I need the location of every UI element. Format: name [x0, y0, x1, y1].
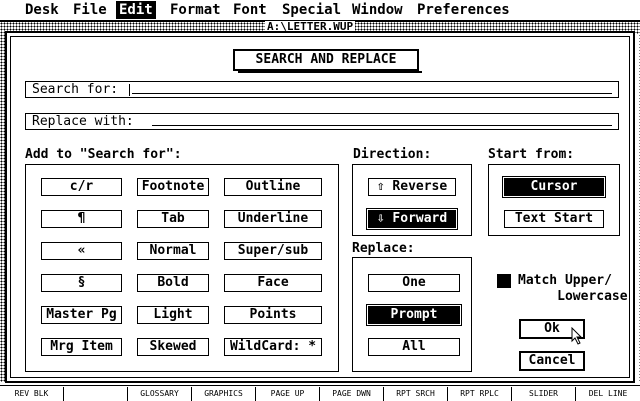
add-master-page-button[interactable]: Master Pg — [41, 306, 122, 324]
replace-input[interactable] — [152, 125, 612, 126]
match-case-label: Match Upper/ Lowercase — [518, 273, 628, 304]
menu-edit[interactable]: Edit — [116, 1, 156, 19]
replace-all-button[interactable]: All — [368, 338, 460, 356]
start-from-label: Start from: — [488, 147, 575, 162]
add-points-button[interactable]: Points — [224, 306, 322, 324]
fkey-delete-line[interactable]: DEL LINE — [575, 387, 640, 401]
menu-file[interactable]: File — [70, 1, 110, 19]
add-carriage-return-button[interactable]: c/r — [41, 178, 122, 196]
add-tab-button[interactable]: Tab — [137, 210, 209, 228]
fkey-slider[interactable]: SLIDER — [511, 387, 575, 401]
add-skewed-button[interactable]: Skewed — [137, 338, 209, 356]
add-merge-item-button[interactable]: Mrg Item — [41, 338, 122, 356]
replace-prompt-button[interactable]: Prompt — [366, 304, 462, 326]
direction-label: Direction: — [353, 147, 432, 162]
add-normal-button[interactable]: Normal — [137, 242, 209, 260]
menu-desk[interactable]: Desk — [22, 1, 62, 19]
fkey-page-up[interactable]: PAGE UP — [255, 387, 319, 401]
menu-special[interactable]: Special — [279, 1, 344, 19]
add-outline-button[interactable]: Outline — [224, 178, 322, 196]
add-group-label: Add to "Search for": — [25, 147, 182, 162]
menu-preferences[interactable]: Preferences — [414, 1, 513, 19]
fkey-repeat-replace[interactable]: RPT RPLC — [447, 387, 511, 401]
add-footnote-button[interactable]: Footnote — [137, 178, 209, 196]
add-underline-button[interactable]: Underline — [224, 210, 322, 228]
start-cursor-button[interactable]: Cursor — [502, 176, 606, 198]
replace-one-button[interactable]: One — [368, 274, 460, 292]
add-bold-button[interactable]: Bold — [137, 274, 209, 292]
search-field[interactable]: Search for: — [25, 81, 619, 98]
text-cursor — [129, 84, 130, 96]
replace-group-label: Replace: — [352, 241, 415, 256]
menu-bar: Desk File Edit Format Font Special Windo… — [0, 0, 640, 22]
arrow-pointer-icon — [571, 327, 583, 345]
fkey-graphics[interactable]: GRAPHICS — [191, 387, 255, 401]
cancel-button[interactable]: Cancel — [519, 351, 585, 371]
direction-reverse-button[interactable]: ⇧ Reverse — [368, 178, 456, 196]
menu-font[interactable]: Font — [230, 1, 270, 19]
fkey-glossary[interactable]: GLOSSARY — [127, 387, 191, 401]
add-light-button[interactable]: Light — [137, 306, 209, 324]
dialog-title: SEARCH AND REPLACE — [233, 49, 422, 73]
match-case-checkbox[interactable] — [497, 274, 511, 288]
menu-window[interactable]: Window — [349, 1, 406, 19]
fkey-blank[interactable] — [63, 387, 127, 401]
fkey-page-down[interactable]: PAGE DWN — [319, 387, 383, 401]
menu-format[interactable]: Format — [167, 1, 224, 19]
add-supersub-button[interactable]: Super/sub — [224, 242, 322, 260]
add-section-button[interactable]: § — [41, 274, 122, 292]
fkey-rev-blk[interactable]: REV BLK — [0, 387, 63, 401]
add-guillemet-button[interactable]: « — [41, 242, 122, 260]
direction-forward-button[interactable]: ⇩ Forward — [366, 208, 458, 230]
start-text-start-button[interactable]: Text Start — [504, 210, 604, 228]
add-paragraph-button[interactable]: ¶ — [41, 210, 122, 228]
add-wildcard-button[interactable]: WildCard: * — [224, 338, 322, 356]
add-face-button[interactable]: Face — [224, 274, 322, 292]
fkey-repeat-search[interactable]: RPT SRCH — [383, 387, 447, 401]
search-label: Search for: — [32, 82, 119, 97]
replace-label: Replace with: — [32, 114, 134, 129]
replace-field[interactable]: Replace with: — [25, 113, 619, 130]
search-input[interactable] — [132, 93, 612, 94]
function-key-bar: REV BLK GLOSSARY GRAPHICS PAGE UP PAGE D… — [0, 385, 640, 401]
search-replace-dialog: SEARCH AND REPLACE Search for: Replace w… — [5, 31, 635, 383]
